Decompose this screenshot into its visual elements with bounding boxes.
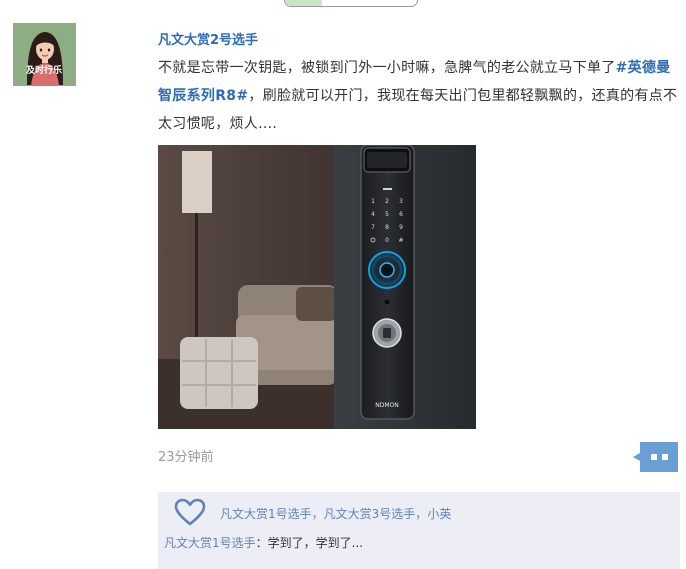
comment-separator: ： [255,536,268,550]
keypad-key-2: 2 [385,198,389,205]
liker-name[interactable]: 小英 [427,507,451,521]
keypad-key-hash: # [398,237,403,244]
keypad-key-3: 3 [399,198,403,205]
avatar-illustration: 及时行乐 [13,23,76,86]
comment-author[interactable]: 凡文大赏1号选手 [164,536,256,550]
avatar[interactable]: 及时行乐 [13,23,76,86]
lock-brand-logo: NDMON [375,402,399,409]
liker-separator: ， [415,507,428,521]
keypad-key-1: 1 [371,198,375,205]
post-text-before: 不就是忘带一次钥匙，被锁到门外一小时嘛，急脾气的老公就立马下单了 [158,60,616,76]
comment-bubble-icon [633,442,678,472]
interaction-panel: 凡文大赏1号选手，凡文大赏3号选手，小英 凡文大赏1号选手：学到了，学到了... [158,492,680,569]
post-author-link[interactable]: 凡文大赏2号选手 [158,29,258,48]
comment-button[interactable] [632,440,680,474]
keypad-key-8: 8 [385,224,389,231]
liker-name[interactable]: 凡文大赏1号选手 [220,507,312,521]
comment-text: 学到了，学到了... [267,536,364,550]
keypad-key-4: 4 [371,211,375,218]
liker-name[interactable]: 凡文大赏3号选手 [324,507,416,521]
keypad-key-0: 0 [385,237,389,244]
smart-lock-product-photo: 1 2 3 4 5 6 7 8 9 0 # NDMON [158,145,476,429]
post-image[interactable]: 1 2 3 4 5 6 7 8 9 0 # NDMON [158,145,476,429]
keypad-key-7: 7 [371,224,375,231]
keypad-key-5: 5 [385,211,389,218]
liker-separator: ， [311,507,324,521]
comment-item: 凡文大赏1号选手：学到了，学到了... [164,534,363,551]
post-text: 不就是忘带一次钥匙，被锁到门外一小时嘛，急脾气的老公就立马下单了#英德曼智辰系列… [158,54,682,138]
heart-icon[interactable] [174,498,206,526]
avatar-caption: 及时行乐 [26,64,62,76]
post-timestamp: 23分钟前 [158,450,214,465]
likers-list: 凡文大赏1号选手，凡文大赏3号选手，小英 [220,505,451,522]
keypad-key-9: 9 [399,224,403,231]
keypad-key-6: 6 [399,211,403,218]
top-progress-indicator [284,0,418,7]
